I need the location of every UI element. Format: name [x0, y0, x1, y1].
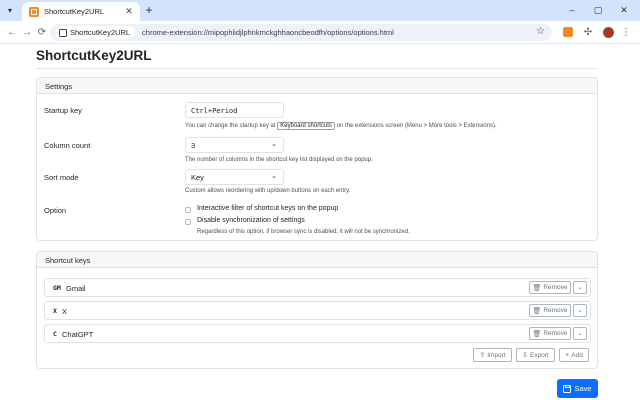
startup-key-label: Startup key [44, 106, 82, 115]
shortcut-item[interactable]: GM Gmail 🗑 Remove ⌄ [44, 278, 591, 297]
shortcut-item[interactable]: X X 🗑 Remove ⌄ [44, 301, 591, 320]
chevron-down-icon: ⌄ [271, 141, 277, 148]
browser-tab[interactable]: ShortcutKey2URL ✕ [22, 2, 140, 21]
chevron-down-icon: ⌄ [577, 308, 583, 314]
profile-avatar[interactable] [601, 25, 615, 39]
site-info-label: ShortcutKey2URL [70, 28, 131, 37]
sort-mode-value: Key [191, 173, 204, 182]
sort-mode-select[interactable]: Key ⌄ [185, 169, 284, 185]
disable-sync-help: Regardless of this option, if browser sy… [197, 229, 410, 235]
add-button[interactable]: + Add [559, 348, 589, 362]
new-tab-button[interactable]: + [143, 3, 155, 17]
forward-button[interactable]: → [20, 26, 34, 40]
export-button[interactable]: ⇩ Export [516, 348, 555, 362]
shortcut-item[interactable]: C ChatGPT 🗑 Remove ⌄ [44, 324, 591, 343]
title-divider [36, 68, 597, 69]
sort-mode-help: Custom allows reordering with up/down bu… [185, 188, 351, 194]
extension-favicon-icon [29, 6, 39, 17]
shortcut-keys-card: Shortcut keys GM Gmail 🗑 Remove ⌄ X X 🗑 … [36, 251, 598, 369]
import-button[interactable]: ⇪ Import [473, 348, 512, 362]
option-label: Option [44, 206, 67, 215]
shortcut-name: X [62, 307, 68, 316]
disable-sync-label[interactable]: Disable synchronization of settings [197, 217, 305, 224]
options-page: ShortcutKey2URL Settings Startup key Ctr… [0, 44, 640, 400]
remove-button[interactable]: 🗑 Remove [529, 304, 571, 317]
shortcut-key-code: X [53, 307, 57, 315]
download-icon: ⇩ [522, 352, 529, 359]
settings-card: Settings Startup key Ctrl+Period You can… [36, 77, 598, 241]
tab-search-icon[interactable]: ▾ [4, 4, 16, 16]
column-count-label: Column count [44, 141, 91, 150]
startup-key-field[interactable]: Ctrl+Period [185, 102, 284, 118]
trash-icon: 🗑 [532, 307, 542, 315]
shortcut-key-code: C [53, 330, 57, 338]
back-button[interactable]: ← [5, 26, 19, 40]
startup-key-help-before: You can change the startup key at [185, 123, 276, 129]
remove-label: Remove [543, 307, 568, 314]
page-title: ShortcutKey2URL [36, 48, 152, 63]
shortcut-name: ChatGPT [62, 330, 94, 339]
close-window-button[interactable]: ✕ [615, 2, 633, 18]
remove-button[interactable]: 🗑 Remove [529, 281, 571, 294]
startup-key-help: You can change the startup key at Keyboa… [185, 122, 497, 130]
interactive-filter-label[interactable]: Interactive filter of shortcut keys on t… [197, 205, 338, 212]
reload-button[interactable]: ⟳ [35, 26, 49, 40]
plus-icon: + [565, 351, 570, 359]
extension-page-icon [59, 28, 67, 37]
shortcut-name: Gmail [66, 284, 86, 293]
interactive-filter-checkbox[interactable] [185, 207, 191, 213]
browser-toolbar: ← → ⟳ ShortcutKey2URL chrome-extension:/… [0, 21, 640, 44]
save-label: Save [574, 384, 592, 393]
remove-label: Remove [543, 330, 568, 337]
import-label: Import [487, 351, 506, 359]
remove-label: Remove [543, 284, 568, 291]
expand-button[interactable]: ⌄ [573, 327, 587, 340]
maximize-button[interactable]: ▢ [589, 2, 607, 18]
save-icon [563, 384, 572, 393]
column-count-value: 3 [191, 141, 196, 150]
export-label: Export [530, 351, 549, 359]
site-info-chip[interactable]: ShortcutKey2URL [56, 26, 136, 39]
shortcut-keys-header: Shortcut keys [37, 252, 597, 268]
trash-icon: 🗑 [532, 284, 542, 292]
sort-mode-label: Sort mode [44, 173, 79, 182]
chevron-down-icon: ⌄ [577, 285, 583, 291]
puzzle-icon[interactable]: ✣ [581, 25, 595, 39]
remove-button[interactable]: 🗑 Remove [529, 327, 571, 340]
add-label: Add [571, 351, 583, 359]
trash-icon: 🗑 [532, 330, 542, 338]
shortcut-key-code: GM [53, 284, 61, 292]
address-bar[interactable]: ShortcutKey2URL chrome-extension://mipop… [50, 24, 552, 41]
chevron-down-icon: ⌄ [271, 173, 277, 180]
tab-strip: ▾ ShortcutKey2URL ✕ + – ▢ ✕ [0, 0, 640, 21]
star-icon[interactable]: ☆ [536, 26, 545, 37]
column-count-help: The number of columns in the shortcut ke… [185, 157, 373, 163]
menu-icon[interactable]: ⋮ [619, 25, 633, 39]
expand-button[interactable]: ⌄ [573, 281, 587, 294]
url-text[interactable]: chrome-extension://mipophlidjlphnkmckghh… [142, 28, 394, 37]
chevron-down-icon: ⌄ [577, 331, 583, 337]
column-count-select[interactable]: 3 ⌄ [185, 137, 284, 153]
save-button[interactable]: Save [557, 379, 598, 398]
disable-sync-checkbox[interactable] [185, 219, 191, 225]
tab-title: ShortcutKey2URL [44, 7, 105, 16]
settings-header: Settings [37, 78, 597, 94]
minimize-button[interactable]: – [563, 2, 581, 18]
startup-key-help-after: on the extensions screen (Menu > More to… [336, 123, 497, 129]
expand-button[interactable]: ⌄ [573, 304, 587, 317]
upload-icon: ⇪ [479, 352, 486, 359]
extension-icon[interactable] [561, 25, 575, 39]
tab-close-icon[interactable]: ✕ [124, 6, 134, 17]
keyboard-shortcuts-button[interactable]: Keyboard shortcuts [277, 122, 335, 130]
